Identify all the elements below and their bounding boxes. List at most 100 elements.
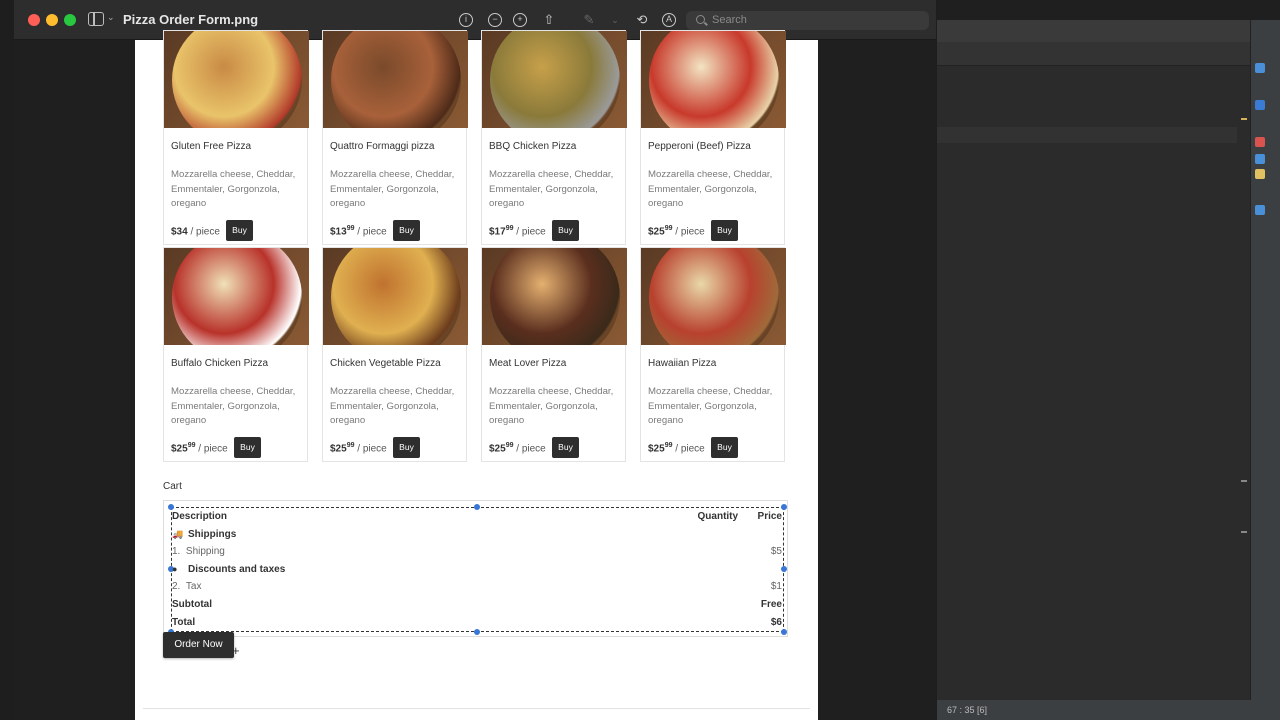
markup-toolbar-icon[interactable]: A (660, 11, 678, 29)
buy-button[interactable]: Buy (226, 220, 253, 241)
price-main: $25 (489, 443, 506, 455)
quantity-price-header: Quantity Price (698, 511, 782, 522)
price-main: $25 (330, 443, 347, 455)
price-unit: / piece (675, 443, 705, 455)
price-cents: 99 (346, 225, 355, 232)
product-price: $2599 / piece (489, 442, 546, 454)
zoom-in-icon[interactable]: + (511, 11, 529, 29)
sidebar-toggle-icon[interactable] (88, 12, 104, 26)
minimize-button[interactable] (46, 14, 58, 26)
product-name: Meat Lover Pizza (489, 358, 567, 369)
cart-header-row: Description Quantity Price (172, 511, 782, 522)
price-cents: 99 (664, 225, 673, 232)
product-name: BBQ Chicken Pizza (489, 141, 577, 152)
ide-side-icon[interactable] (1255, 205, 1265, 215)
total-label: Total (172, 617, 196, 628)
tax-price: $1 (770, 581, 782, 592)
window-title: Pizza Order Form.png (123, 12, 259, 27)
shipping-label: Shipping (185, 546, 225, 557)
price-main: $25 (648, 226, 665, 238)
product-description: Mozzarella cheese, Cheddar, Emmentaler, … (171, 169, 296, 209)
chevron-down-icon[interactable]: ⌄ (107, 12, 115, 23)
resize-handle[interactable] (474, 504, 480, 510)
price-main: $17 (489, 226, 506, 238)
product-name: Chicken Vegetable Pizza (330, 358, 441, 369)
product-card: Quattro Formaggi pizza Mozzarella cheese,… (322, 30, 468, 245)
ide-side-icon[interactable] (1255, 100, 1265, 110)
pizza-photo (330, 248, 461, 345)
ide-editor[interactable] (937, 66, 1250, 700)
buy-button[interactable]: Buy (552, 220, 579, 241)
product-row: Gluten Free Pizza Mozzarella cheese, Ched… (163, 30, 786, 245)
search-placeholder: Search (712, 14, 747, 26)
buy-button[interactable]: Buy (393, 220, 420, 241)
pizza-image (323, 31, 468, 128)
product-price: $1399 / piece (330, 225, 387, 237)
buy-button[interactable]: Buy (711, 437, 738, 458)
rotate-icon[interactable]: ⟲ (633, 11, 651, 29)
crosshair-cursor-icon: + (232, 643, 240, 658)
price-header: Price (757, 511, 782, 522)
buy-button[interactable]: Buy (552, 437, 579, 458)
buy-button[interactable]: Buy (393, 437, 420, 458)
info-icon[interactable]: i (457, 11, 475, 29)
search-field[interactable]: Search (686, 11, 929, 30)
resize-handle[interactable] (781, 629, 787, 635)
ide-side-icon[interactable] (1255, 137, 1265, 147)
subtotal-row: Subtotal Free (172, 599, 782, 610)
product-card: Hawaiian Pizza Mozzarella cheese, Cheddar… (640, 247, 786, 462)
buy-button[interactable]: Buy (234, 437, 261, 458)
resize-handle[interactable] (168, 504, 174, 510)
price-main: $13 (330, 226, 347, 238)
price-unit: / piece (675, 226, 705, 238)
ide-side-icon[interactable] (1255, 154, 1265, 164)
price-unit: / piece (357, 443, 387, 455)
quantity-header: Quantity (697, 511, 739, 522)
ide-side-icon[interactable] (1255, 169, 1265, 179)
product-description: Mozzarella cheese, Cheddar, Emmentaler, … (330, 386, 455, 426)
ide-cursor-position[interactable]: 67 : 35 [6] (947, 705, 987, 715)
chevron-down-icon[interactable]: ⌄ (606, 11, 624, 29)
cart-table[interactable]: Description Quantity Price 🚚 Shippings 1.… (163, 500, 788, 637)
resize-handle[interactable] (474, 629, 480, 635)
pizza-image (164, 31, 309, 128)
subtotal-label: Subtotal (172, 599, 212, 610)
zoom-button[interactable] (64, 14, 76, 26)
truck-icon: 🚚 (172, 529, 184, 539)
pizza-image (323, 248, 468, 345)
tax-num: 2. (172, 581, 181, 592)
ide-status-bar: 67 : 35 [6] (937, 700, 1280, 720)
price-unit: / piece (190, 226, 220, 238)
shippings-title: Shippings (188, 529, 237, 540)
product-price: $2599 / piece (648, 225, 705, 237)
close-button[interactable] (28, 14, 40, 26)
zoom-out-icon[interactable]: − (486, 11, 504, 29)
product-name: Hawaiian Pizza (648, 358, 717, 369)
pizza-image (482, 31, 627, 128)
product-card: Meat Lover Pizza Mozzarella cheese, Chedd… (481, 247, 627, 462)
product-name: Gluten Free Pizza (171, 141, 252, 152)
share-icon[interactable]: ⇧ (540, 11, 558, 29)
pizza-image (482, 248, 627, 345)
ide-marker (1241, 480, 1247, 482)
pizza-image (641, 31, 786, 128)
discounts-group-row: ● Discounts and taxes (172, 564, 782, 575)
product-card: Gluten Free Pizza Mozzarella cheese, Ched… (163, 30, 309, 245)
product-price: $2599 / piece (171, 442, 228, 454)
resize-handle[interactable] (781, 504, 787, 510)
buy-button[interactable]: Buy (711, 220, 738, 241)
product-price: $2599 / piece (648, 442, 705, 454)
product-card: Chicken Vegetable Pizza Mozzarella cheese… (322, 247, 468, 462)
price-main: $25 (648, 443, 665, 455)
markup-icon[interactable]: ✎ (580, 11, 598, 29)
shipping-num: 1. (172, 546, 181, 557)
price-unit: / piece (516, 443, 546, 455)
price-cents: 99 (346, 442, 355, 449)
order-now-button[interactable]: Order Now (163, 632, 234, 658)
shipping-price: $5 (770, 546, 782, 557)
price-cents: 99 (505, 225, 514, 232)
ide-marker (1241, 531, 1247, 533)
pizza-image (641, 248, 786, 345)
price-main: $34 (171, 226, 188, 238)
ide-side-icon[interactable] (1255, 63, 1265, 73)
